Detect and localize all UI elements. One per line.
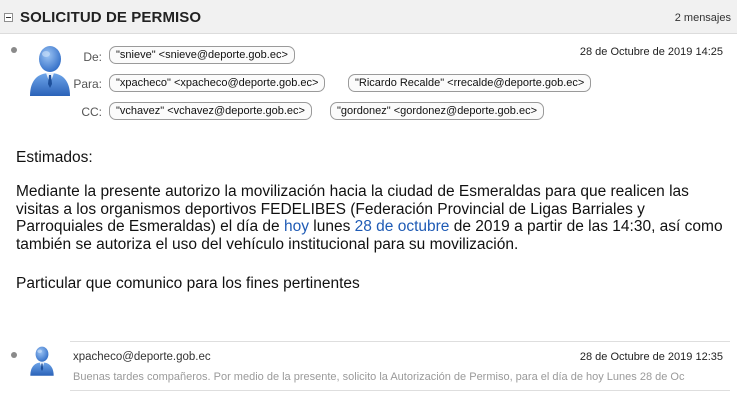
from-chip[interactable]: "snieve" <snieve@deporte.gob.ec> — [109, 46, 295, 64]
message-count: 2 mensajes — [674, 12, 731, 24]
unread-dot-icon — [11, 352, 17, 358]
highlight-today[interactable]: hoy — [284, 218, 309, 235]
highlight-date[interactable]: 28 de octubre — [355, 218, 450, 235]
from-label: De: — [83, 50, 102, 64]
user-avatar-icon — [30, 346, 54, 376]
message-expanded: De: "snieve" <snieve@deporte.gob.ec> 28 … — [0, 34, 737, 339]
message-date: 28 de Octubre de 2019 12:35 — [579, 351, 723, 363]
message-preview: Buenas tardes compañeros. Por medio de l… — [73, 371, 685, 383]
collapse-icon[interactable] — [4, 13, 13, 22]
user-avatar-icon — [30, 46, 70, 96]
to-chip[interactable]: "Ricardo Recalde" <rrecalde@deporte.gob.… — [348, 74, 592, 92]
body-paragraph: Mediante la presente autorizo la moviliz… — [16, 183, 723, 253]
sender-address: xpacheco@deporte.gob.ec — [73, 351, 211, 363]
unread-dot-icon — [11, 47, 17, 53]
divider — [70, 390, 730, 391]
message-date: 28 de Octubre de 2019 14:25 — [579, 46, 723, 58]
to-chip[interactable]: "xpacheco" <xpacheco@deporte.gob.ec> — [109, 74, 326, 92]
to-label: Para: — [73, 77, 102, 91]
body-greeting: Estimados: — [16, 149, 93, 166]
thread-title: SOLICITUD DE PERMISO — [20, 9, 202, 26]
body-closing: Particular que comunico para los fines p… — [16, 275, 360, 292]
cc-chip[interactable]: "gordonez" <gordonez@deporte.gob.ec> — [330, 102, 545, 120]
cc-chip[interactable]: "vchavez" <vchavez@deporte.gob.ec> — [109, 102, 312, 120]
cc-label: CC: — [81, 105, 102, 119]
divider — [70, 341, 730, 342]
thread-header: SOLICITUD DE PERMISO 2 mensajes — [0, 0, 737, 34]
